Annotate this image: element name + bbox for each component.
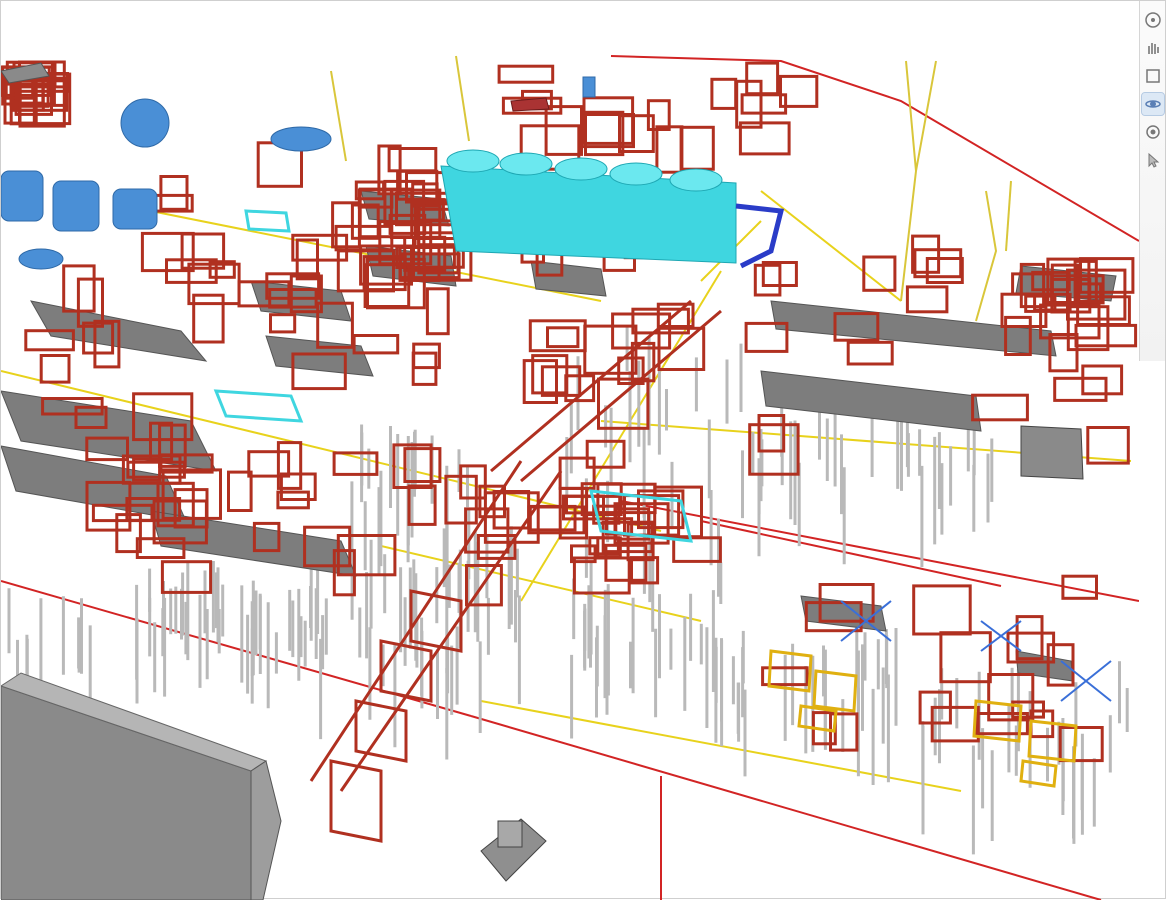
select-arrow-icon[interactable] — [1142, 149, 1164, 171]
steel-bay — [425, 287, 450, 336]
steel-bay — [540, 365, 582, 397]
3d-model-viewport[interactable] — [0, 0, 1166, 900]
steel-bay — [846, 340, 894, 366]
steel-bay — [1081, 364, 1124, 396]
steel-bay — [905, 285, 949, 314]
steel-bay — [247, 450, 291, 478]
steel-bay — [459, 464, 487, 500]
navigation-bar — [1139, 1, 1165, 361]
steel-bay — [227, 470, 253, 513]
steel-bay — [572, 556, 631, 595]
steel-bay — [679, 125, 715, 171]
steel-bay — [187, 262, 241, 306]
steel-bay — [584, 110, 625, 157]
cooling-tower-module — [440, 149, 737, 264]
steel-bay — [279, 472, 317, 501]
blue-pipe — [735, 203, 785, 269]
steel-bay — [710, 77, 738, 110]
steel-bay — [159, 175, 189, 211]
steel-bay — [971, 393, 1029, 422]
steel-bay — [925, 257, 964, 284]
steel-bay — [753, 263, 782, 297]
steel-bay — [497, 64, 555, 84]
grey-building — [1, 672, 282, 900]
steel-bay — [582, 96, 635, 145]
pan-hand-icon[interactable] — [1142, 37, 1164, 59]
zoom-window-icon[interactable] — [1142, 65, 1164, 87]
steel-bay — [911, 234, 941, 274]
small-substation — [480, 818, 547, 882]
steering-wheel-icon[interactable] — [1142, 9, 1164, 31]
steel-bay — [546, 326, 580, 349]
steel-bay — [862, 255, 897, 292]
plant-3d-model-scene[interactable] — [1, 1, 1139, 900]
steel-bay — [939, 631, 992, 684]
steel-bay — [580, 113, 636, 149]
look-around-icon[interactable] — [1142, 121, 1164, 143]
steel-bay — [655, 125, 684, 174]
orbit-icon[interactable] — [1140, 92, 1165, 116]
steel-bay — [735, 79, 763, 129]
equipment-deck-slabs — [1, 190, 1117, 682]
steel-bay — [39, 354, 71, 384]
steel-bay — [269, 313, 297, 334]
steel-bay — [912, 584, 972, 636]
steel-bay — [1074, 323, 1138, 348]
steel-bay — [1053, 376, 1108, 402]
steel-bay — [387, 147, 438, 173]
